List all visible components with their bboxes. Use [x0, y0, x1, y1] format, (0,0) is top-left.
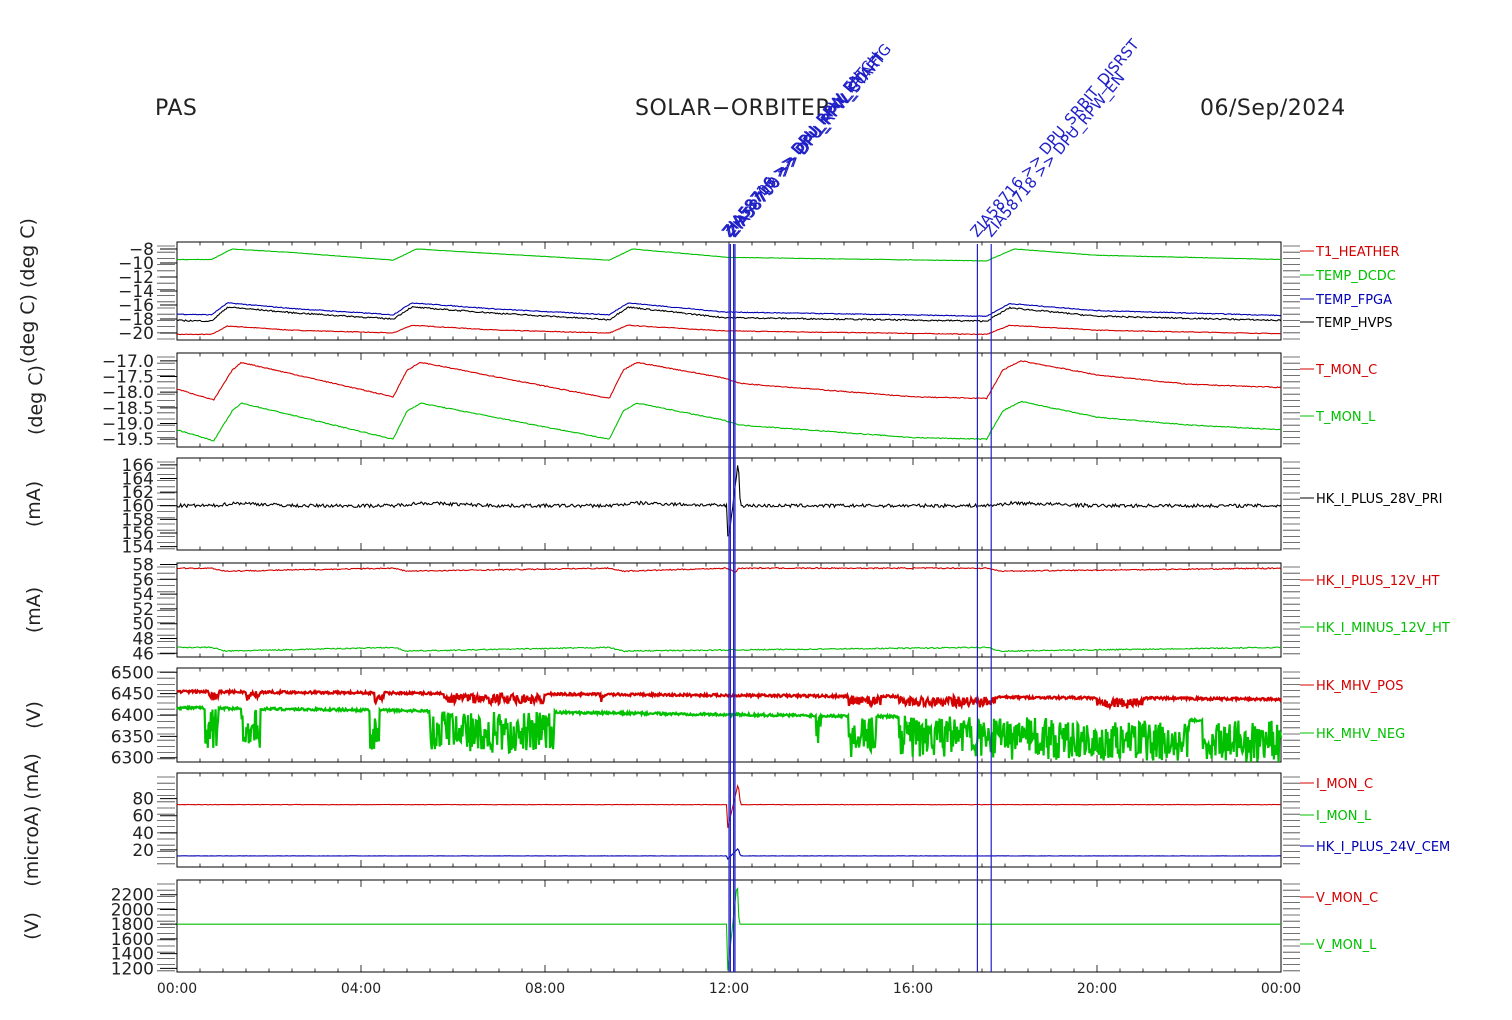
y-tick-label: 6400: [111, 706, 154, 726]
y-axis-label: (mA): [23, 587, 45, 633]
y-axis-label: (microA) (mA): [21, 753, 43, 886]
legend-label: T_MON_L: [1315, 410, 1376, 425]
x-tick-label: 00:00: [1261, 981, 1301, 997]
event-label: ZIA58718 >> DPU_RPW_EN: [980, 69, 1129, 241]
event-label: ZIA58716 >> DPU_SRBIT_DISRST: [967, 35, 1144, 241]
y-axis-label: (V): [23, 701, 45, 729]
y-tick-label: 80: [132, 790, 154, 810]
y-tick-label: 6350: [111, 727, 154, 747]
legend-label: T1_HEATHER: [1315, 245, 1400, 260]
legend-label: HK_I_MINUS_12V_HT: [1316, 621, 1450, 636]
legend-label: HK_MHV_NEG: [1316, 727, 1405, 742]
y-axis-label: (mA): [23, 481, 45, 527]
y-tick-label: 2200: [111, 886, 154, 906]
legend-label: TEMP_HVPS: [1315, 316, 1392, 331]
legend-label: HK_I_PLUS_12V_HT: [1316, 574, 1440, 589]
panel-2: −19.5−19.0−18.5−18.0−17.5−17.0(deg C) T_M…: [25, 352, 1377, 450]
y-tick-label: 58: [132, 555, 154, 575]
panel-3: 154156158160162164166(mA) HK_I_PLUS_28V_P…: [23, 456, 1442, 558]
x-tick-label: 16:00: [893, 981, 933, 997]
y-tick-label: 6450: [111, 685, 154, 705]
panel-4: 46485052545658(mA)HK_I_PLUS_12V_HTHK_I_M…: [23, 555, 1450, 664]
x-tick-label: 20:00: [1077, 981, 1117, 997]
x-tick-label: 08:00: [525, 981, 565, 997]
panel-5: 63006350640064506500 (V) HK_MHV_POS HK_MHV_…: [23, 663, 1405, 768]
y-axis-label: (V): [21, 912, 43, 940]
panel-1: −20−18−16−14−12−10−8(deg C) (deg C) T1_HE…: [17, 218, 1400, 364]
y-tick-label: 6300: [111, 749, 154, 769]
legend-label: HK_I_PLUS_28V_PRI: [1316, 492, 1442, 507]
legend-label: I_MON_L: [1316, 809, 1372, 824]
legend-label: TEMP_DCDC: [1315, 269, 1396, 284]
legend-label: HK_MHV_POS: [1316, 679, 1404, 694]
y-tick-label: 60: [132, 807, 154, 827]
legend-label: V_MON_C: [1316, 891, 1378, 906]
x-tick-label: 00:00: [157, 981, 197, 997]
panel-7: 120014001600180020002200(V)V_MON_CV_MON_…: [21, 879, 1378, 979]
y-tick-label: 40: [132, 824, 154, 844]
event-label: ZIA58700 >> DPU_RPW_START: [724, 49, 890, 241]
legend-label: HK_I_PLUS_24V_CEM: [1316, 840, 1450, 855]
housekeeping-chart: −20−18−16−14−12−10−8(deg C) (deg C) T1_HE…: [17, 35, 1450, 997]
y-tick-label: −17.0: [102, 352, 154, 372]
panel-6: 20406080 (microA) (mA) I_MON_C I_MON_L HK_I_…: [21, 753, 1450, 886]
legend-label: I_MON_C: [1316, 777, 1373, 792]
y-axis-label: (deg C): [25, 365, 47, 435]
x-tick-label: 12:00: [709, 981, 749, 997]
legend-label: V_MON_L: [1316, 938, 1377, 953]
y-tick-label: 6500: [111, 663, 154, 683]
x-tick-label: 04:00: [341, 981, 381, 997]
legend-label: T_MON_C: [1315, 363, 1377, 378]
y-tick-label: 166: [122, 456, 154, 476]
y-axis-label: (deg C) (deg C): [17, 218, 39, 364]
y-tick-label: 20: [132, 841, 154, 861]
y-tick-label: −8: [129, 240, 154, 260]
legend-label: TEMP_FPGA: [1315, 293, 1392, 308]
